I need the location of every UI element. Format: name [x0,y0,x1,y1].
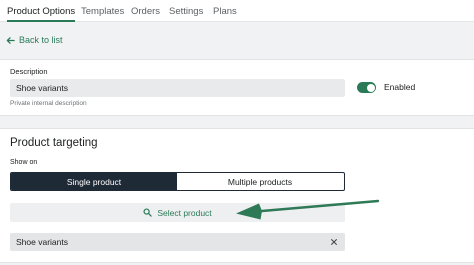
back-to-list-link[interactable]: Back to list [6,33,63,47]
tab-product-options[interactable]: Product Options [7,0,76,22]
selected-product-chip: Shoe variants [10,233,345,251]
product-targeting-card: Product targeting Show on Single product… [0,128,474,263]
select-product-button[interactable]: Select product [10,203,345,222]
description-label: Description [10,67,48,76]
single-product-option[interactable]: Single product [11,173,177,190]
selected-product-name: Shoe variants [16,237,68,247]
remove-product-button[interactable] [328,236,340,248]
close-icon [331,239,337,245]
toggle-knob [366,83,375,92]
back-to-list-label: Back to list [19,35,63,45]
show-on-label: Show on [10,159,38,166]
enabled-toggle[interactable] [357,82,376,93]
description-help-text: Private internal description [10,100,87,107]
tab-templates[interactable]: Templates [81,0,124,22]
multiple-products-option[interactable]: Multiple products [177,173,343,190]
tab-settings[interactable]: Settings [169,0,203,22]
tab-plans[interactable]: Plans [213,0,237,22]
top-nav: Product Options Templates Orders Setting… [0,0,474,22]
search-icon [143,208,153,217]
section-title: Product targeting [10,137,98,149]
enabled-toggle-label: Enabled [384,82,416,92]
description-card: Description Shoe variants Private intern… [0,59,474,116]
description-input[interactable]: Shoe variants [10,79,345,97]
tab-orders[interactable]: Orders [131,0,160,22]
show-on-segmented-control: Single product Multiple products [10,172,345,191]
arrow-left-icon [6,36,15,44]
select-product-label: Select product [157,207,212,218]
